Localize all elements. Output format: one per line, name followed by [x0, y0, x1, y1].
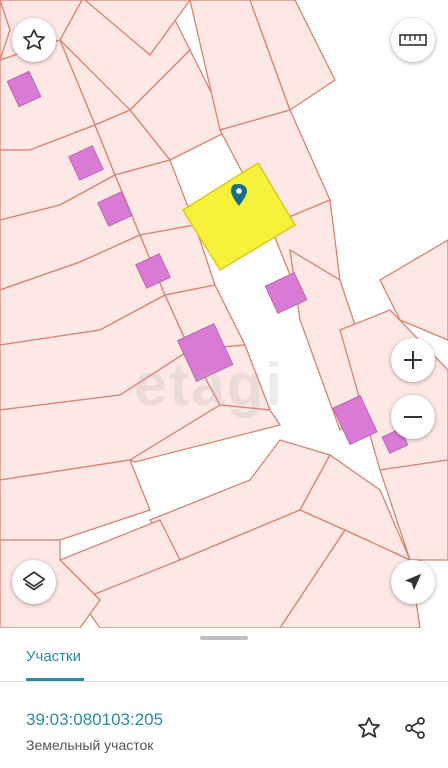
- locate-button[interactable]: [391, 560, 435, 604]
- favorite-parcel-button[interactable]: [353, 712, 385, 744]
- ruler-icon: [399, 34, 427, 46]
- plus-icon: [404, 351, 422, 369]
- star-outline-icon: [23, 29, 45, 50]
- favorite-button[interactable]: [12, 18, 56, 62]
- share-button[interactable]: [399, 712, 431, 744]
- zoom-out-button[interactable]: [391, 395, 435, 439]
- cadastral-map[interactable]: [0, 0, 448, 628]
- map-view[interactable]: etagi: [0, 0, 448, 628]
- layers-button[interactable]: [12, 560, 56, 604]
- ruler-button[interactable]: [391, 18, 435, 62]
- zoom-in-button[interactable]: [391, 338, 435, 382]
- sheet-drag-handle[interactable]: [200, 636, 248, 640]
- minus-icon: [404, 416, 422, 418]
- star-outline-icon: [358, 717, 380, 738]
- bottom-sheet: Участки 39:03:080103:205 Земельный участ…: [0, 628, 448, 768]
- cadastral-number[interactable]: 39:03:080103:205: [26, 710, 163, 730]
- layers-icon: [22, 571, 46, 591]
- navigation-arrow-icon: [404, 573, 422, 591]
- parcel-type: Земельный участок: [26, 737, 154, 753]
- tab-parcels[interactable]: Участки: [26, 648, 81, 665]
- watermark: etagi: [134, 351, 285, 418]
- divider: [0, 681, 448, 682]
- share-icon: [405, 717, 425, 739]
